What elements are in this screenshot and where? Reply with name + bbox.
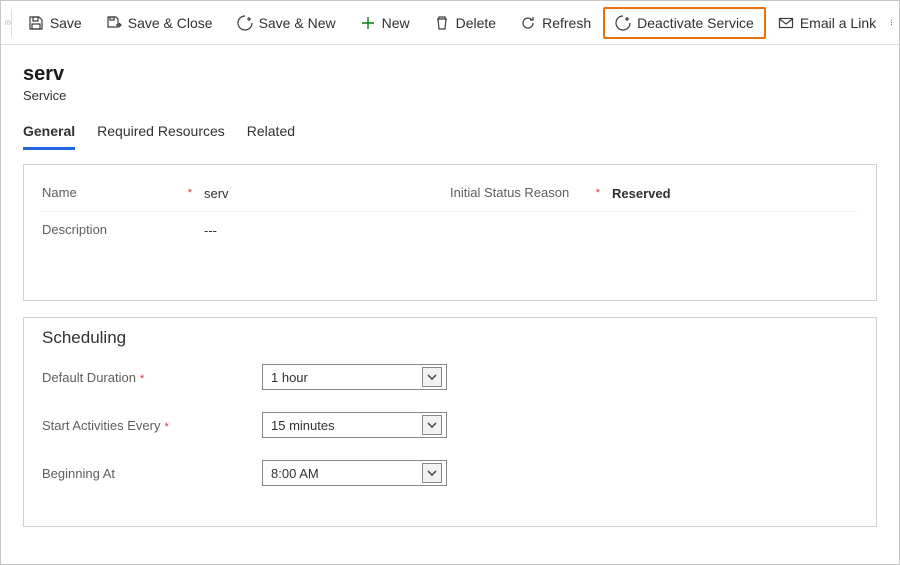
email-icon	[778, 15, 794, 31]
save-new-button[interactable]: Save & New	[225, 7, 348, 39]
start-activities-value: 15 minutes	[271, 418, 335, 433]
tab-required-resources[interactable]: Required Resources	[97, 119, 225, 150]
chevron-left-circle-icon	[5, 20, 11, 26]
scheduling-title: Scheduling	[42, 328, 858, 348]
save-new-icon	[237, 15, 253, 31]
beginning-at-value: 8:00 AM	[271, 466, 319, 481]
start-activities-label: Start Activities Every	[42, 418, 160, 433]
chevron-down-icon	[427, 468, 437, 478]
record-header: serv Service	[1, 45, 899, 109]
scheduling-section: Scheduling Default Duration* 1 hour Star…	[23, 317, 877, 527]
default-duration-value: 1 hour	[271, 370, 308, 385]
save-label: Save	[50, 15, 82, 31]
new-button[interactable]: New	[348, 7, 422, 39]
more-commands-button[interactable]	[888, 19, 895, 26]
trash-icon	[434, 15, 450, 31]
save-button[interactable]: Save	[16, 7, 94, 39]
email-link-label: Email a Link	[800, 15, 876, 31]
required-marker: *	[160, 421, 168, 433]
dropdown-button[interactable]	[422, 367, 442, 387]
start-activities-select[interactable]: 15 minutes	[262, 412, 447, 438]
chevron-down-icon	[427, 420, 437, 430]
new-label: New	[382, 15, 410, 31]
save-close-button[interactable]: Save & Close	[94, 7, 225, 39]
required-marker: *	[136, 373, 144, 385]
back-button[interactable]	[5, 9, 12, 37]
tab-general[interactable]: General	[23, 119, 75, 150]
name-label: Name	[42, 185, 77, 200]
dropdown-button[interactable]	[422, 463, 442, 483]
default-duration-label: Default Duration	[42, 370, 136, 385]
delete-button[interactable]: Delete	[422, 7, 508, 39]
refresh-button[interactable]: Refresh	[508, 7, 603, 39]
page-title: serv	[23, 63, 877, 86]
deactivate-label: Deactivate Service	[637, 15, 754, 31]
save-close-icon	[106, 15, 122, 31]
status-label: Initial Status Reason	[450, 185, 569, 200]
description-field[interactable]: ---	[204, 222, 858, 238]
chevron-down-icon	[427, 372, 437, 382]
command-bar: Save Save & Close Save & New New Delete …	[1, 1, 899, 45]
save-new-label: Save & New	[259, 15, 336, 31]
entity-name: Service	[23, 88, 877, 103]
default-duration-select[interactable]: 1 hour	[262, 364, 447, 390]
delete-label: Delete	[456, 15, 496, 31]
refresh-icon	[520, 15, 536, 31]
deactivate-icon	[615, 15, 631, 31]
general-section: Name * serv Initial Status Reason * Rese…	[23, 164, 877, 301]
form-tabs: General Required Resources Related	[1, 109, 899, 150]
more-vertical-icon	[888, 19, 895, 26]
required-marker: *	[184, 187, 192, 199]
status-field[interactable]: Reserved	[612, 185, 858, 201]
tab-related[interactable]: Related	[247, 119, 295, 150]
save-icon	[28, 15, 44, 31]
email-link-button[interactable]: Email a Link	[766, 7, 888, 39]
dropdown-button[interactable]	[422, 415, 442, 435]
beginning-at-select[interactable]: 8:00 AM	[262, 460, 447, 486]
beginning-at-label: Beginning At	[42, 466, 115, 481]
refresh-label: Refresh	[542, 15, 591, 31]
description-label: Description	[42, 222, 107, 237]
plus-icon	[360, 15, 376, 31]
required-marker: *	[592, 187, 600, 199]
save-close-label: Save & Close	[128, 15, 213, 31]
name-field[interactable]: serv	[204, 185, 450, 201]
deactivate-service-button[interactable]: Deactivate Service	[603, 7, 766, 39]
